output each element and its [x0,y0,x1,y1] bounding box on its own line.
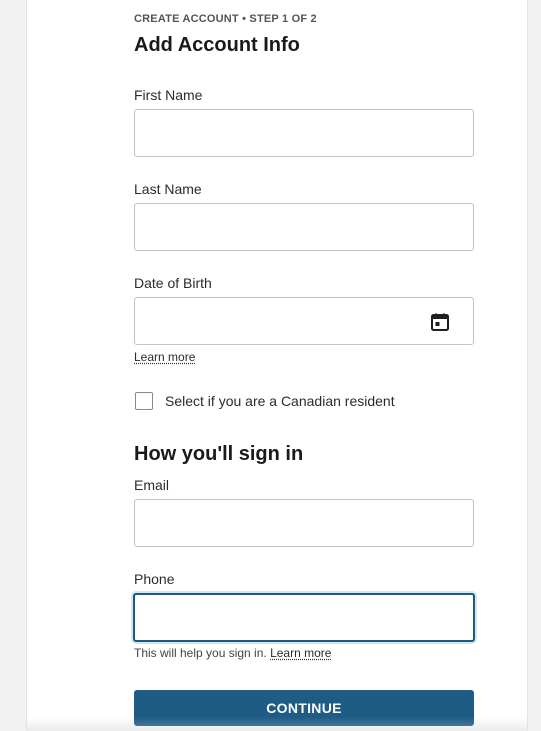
phone-input[interactable] [133,593,475,642]
first-name-input[interactable] [134,109,474,157]
phone-helper-text: This will help you sign in. [134,646,267,660]
calendar-icon[interactable] [431,313,449,331]
email-label: Email [134,477,170,493]
phone-label: Phone [134,571,175,587]
email-input[interactable] [134,499,474,547]
canadian-resident-label[interactable]: Select if you are a Canadian resident [165,393,395,409]
date-of-birth-input[interactable] [134,297,474,345]
date-of-birth-label: Date of Birth [134,275,212,291]
form-card: CREATE ACCOUNT • STEP 1 OF 2 Add Account… [26,0,528,731]
sign-in-section-title: How you'll sign in [134,443,304,465]
step-indicator: CREATE ACCOUNT • STEP 1 OF 2 [134,13,317,25]
phone-learn-more-link[interactable]: Learn more [270,646,331,660]
canadian-resident-row[interactable]: Select if you are a Canadian resident [134,390,395,412]
phone-helper: This will help you sign in. Learn more [134,646,331,660]
first-name-label: First Name [134,87,203,103]
canadian-resident-checkbox[interactable] [135,392,153,410]
page-title: Add Account Info [134,34,300,56]
continue-button[interactable]: CONTINUE [134,690,474,726]
last-name-input[interactable] [134,203,474,251]
dob-learn-more-link[interactable]: Learn more [134,350,195,364]
last-name-label: Last Name [134,181,202,197]
